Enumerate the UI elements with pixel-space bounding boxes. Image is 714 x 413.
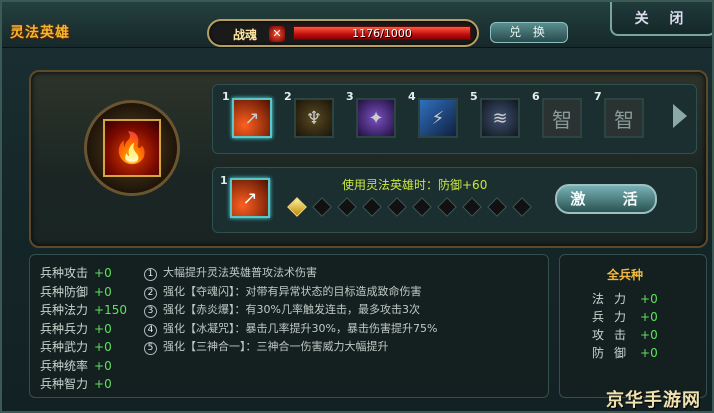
wisdom-icon: 智 <box>544 100 580 136</box>
hero-portrait-icon[interactable]: 🔥 <box>103 119 161 177</box>
desc-number: 1 <box>144 268 157 281</box>
soul-label: 战魂 <box>233 28 258 42</box>
skill-slot-1[interactable]: ↗ <box>232 98 272 138</box>
use-effect-text: 使用灵法英雄时：防御+60 <box>342 178 488 192</box>
stat-row: 兵种兵力 +0 <box>40 320 127 339</box>
troop-stats: 兵种攻击 +0 兵种防御 +0 兵种法力 +150 兵种兵力 +0 兵种武力 +0 兵种统率 +0 兵种… <box>40 264 127 394</box>
desc-text: 大幅提升灵法英雄普攻法术伤害 <box>163 266 317 279</box>
all-troops-row: 兵力 +0 <box>592 308 658 326</box>
close-button[interactable]: 关 闭 <box>610 2 712 36</box>
all-troops-list: 法力 +0 兵力 +0 攻击 +0 防御 +0 <box>592 290 658 362</box>
stat-row: 兵种统率 +0 <box>40 357 127 376</box>
desc-number: 3 <box>144 305 157 318</box>
all-troops-value: +0 <box>640 292 658 306</box>
stat-label: 兵种法力 <box>40 303 89 317</box>
skill-descriptions: 1 大幅提升灵法英雄普攻法术伤害 2 强化【夺魂闪】：对带有异常状态的目标造成致命伤害… <box>144 264 437 357</box>
stat-row: 兵种智力 +0 <box>40 375 127 394</box>
wisdom-icon: 智 <box>606 100 642 136</box>
skill-slot-num: 4 <box>408 90 416 103</box>
desc-text: 强化【夺魂闪】：对带有异常状态的目标造成致命伤害 <box>163 284 422 298</box>
skill-desc-row: 1 大幅提升灵法英雄普攻法术伤害 <box>144 264 437 283</box>
desc-text: 强化【三神合一】：三神合一伤害威力大幅提升 <box>163 340 389 353</box>
all-troops-row: 防御 +0 <box>592 344 658 362</box>
stat-row: 兵种武力 +0 <box>40 338 127 357</box>
skill-slot-num: 6 <box>532 90 540 103</box>
skill-slot-3[interactable]: ✦ <box>356 98 396 138</box>
stat-label: 兵种攻击 <box>40 266 89 280</box>
window-title: 灵法英雄 <box>10 25 70 41</box>
hero-portrait-frame: 🔥 <box>84 100 180 196</box>
stat-row: 兵种防御 +0 <box>40 283 127 302</box>
all-troops-label: 法力 <box>592 292 637 306</box>
stat-value: +0 <box>94 358 112 373</box>
skill-slot-num: 5 <box>470 90 478 103</box>
skill-slot-num: 7 <box>594 90 602 103</box>
use-skill-slot[interactable]: ↗ <box>230 178 270 218</box>
stat-row: 兵种法力 +150 <box>40 301 127 320</box>
stat-value: +150 <box>94 303 127 317</box>
x-soul-icon: ✕ <box>269 26 285 42</box>
skill-slot-7[interactable]: 智 <box>604 98 644 138</box>
skill-desc-row: 3 强化【赤炎爆】：有30%几率触发连击，最多攻击3次 <box>144 301 437 320</box>
skill-desc-row: 2 强化【夺魂闪】：对带有异常状态的目标造成致命伤害 <box>144 283 437 302</box>
skill-slot-5[interactable]: ≋ <box>480 98 520 138</box>
dark-warrior-icon: ♆ <box>296 100 332 136</box>
ice-shard-icon: ⚡ <box>420 100 456 136</box>
exchange-button[interactable]: 兑 换 <box>490 22 568 43</box>
all-troops-value: +0 <box>640 328 658 342</box>
next-arrow-icon[interactable] <box>673 104 687 128</box>
skill-slot-num: 1 <box>222 90 230 103</box>
all-troops-row: 攻击 +0 <box>592 326 658 344</box>
skill-slot-num: 3 <box>346 90 354 103</box>
all-troops-label: 防御 <box>592 346 637 360</box>
stat-label: 兵种兵力 <box>40 321 89 336</box>
all-troops-row: 法力 +0 <box>592 290 658 308</box>
desc-number: 2 <box>144 286 157 300</box>
purple-aura-icon: ✦ <box>358 100 394 136</box>
watermark: 京华手游网 <box>606 390 701 411</box>
stat-label: 兵种武力 <box>40 340 89 354</box>
desc-number: 5 <box>144 342 157 355</box>
skill-slot-4[interactable]: ⚡ <box>418 98 458 138</box>
flame-arrow-icon: ↗ <box>232 180 268 216</box>
skill-slot-num: 2 <box>284 90 292 103</box>
hero-window: 灵法英雄 战魂 ✕ 1176/1000 兑 换 关 闭 🔥 1 ↗ 2 ♆ 3 ✦ 4 ⚡ 5 ≋… <box>0 0 714 413</box>
stat-label: 兵种智力 <box>40 377 89 391</box>
desc-number: 4 <box>144 323 157 337</box>
desc-text: 强化【赤炎爆】：有30%几率触发连击，最多攻击3次 <box>163 303 420 316</box>
soul-bar: 战魂 ✕ 1176/1000 <box>207 19 479 47</box>
all-troops-label: 攻击 <box>592 328 637 342</box>
shadow-swirl-icon: ≋ <box>482 100 518 136</box>
skill-desc-row: 5 强化【三神合一】：三神合一伤害威力大幅提升 <box>144 338 437 357</box>
all-troops-value: +0 <box>640 310 658 324</box>
stat-label: 兵种统率 <box>40 358 89 373</box>
stat-value: +0 <box>94 266 112 280</box>
all-troops-title: 全兵种 <box>607 268 644 282</box>
stat-value: +0 <box>94 321 112 336</box>
stat-row: 兵种攻击 +0 <box>40 264 127 283</box>
flame-arrow-icon: ↗ <box>234 100 270 136</box>
soul-progress: 1176/1000 <box>293 26 471 40</box>
all-troops-value: +0 <box>640 346 658 360</box>
activate-button[interactable]: 激 活 <box>555 184 657 214</box>
desc-text: 强化【冰凝咒】：暴击几率提升30%，暴击伤害提升75% <box>163 321 438 335</box>
skill-desc-row: 4 强化【冰凝咒】：暴击几率提升30%，暴击伤害提升75% <box>144 320 437 339</box>
stat-label: 兵种防御 <box>40 284 89 299</box>
soul-value: 1176/1000 <box>352 27 412 40</box>
all-troops-label: 兵力 <box>592 310 637 324</box>
use-slot-num: 1 <box>220 174 228 187</box>
skill-slot-2[interactable]: ♆ <box>294 98 334 138</box>
stat-value: +0 <box>94 377 112 391</box>
stat-value: +0 <box>94 340 112 354</box>
stat-value: +0 <box>94 284 112 299</box>
skill-slot-6[interactable]: 智 <box>542 98 582 138</box>
